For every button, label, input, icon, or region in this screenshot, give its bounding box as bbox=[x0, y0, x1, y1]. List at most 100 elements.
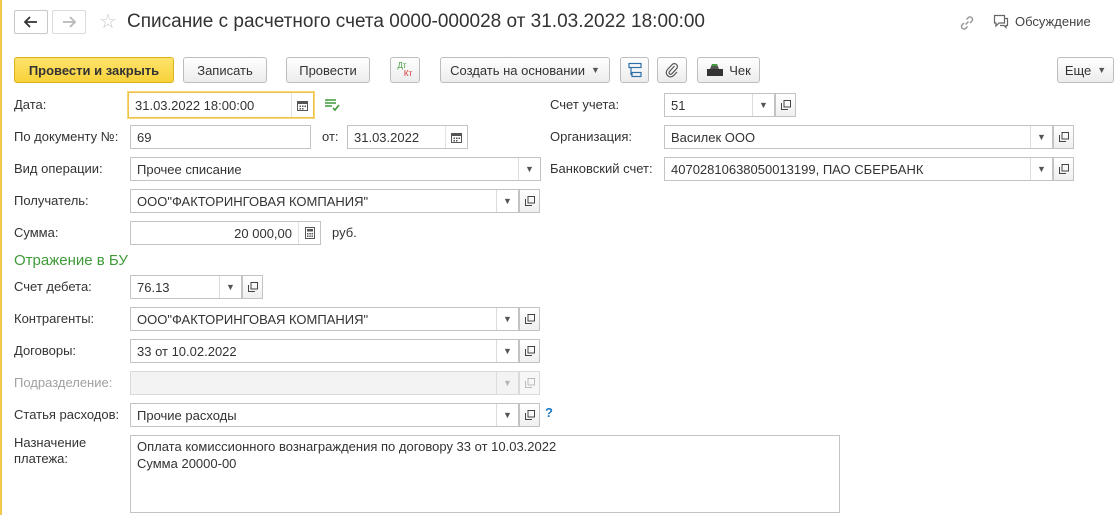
open-window-icon bbox=[1058, 164, 1069, 174]
chevron-down-icon: ▼ bbox=[1097, 65, 1107, 75]
document-list-icon[interactable] bbox=[324, 98, 340, 112]
window-edge bbox=[0, 0, 2, 515]
debit-open-button[interactable] bbox=[242, 275, 263, 299]
expense-select[interactable]: Прочие расходы ▼ bbox=[130, 403, 519, 427]
counterparty-select[interactable]: ООО"ФАКТОРИНГОВАЯ КОМПАНИЯ" ▼ bbox=[130, 307, 519, 331]
doc-number-field[interactable]: 69 bbox=[130, 125, 311, 149]
recipient-open-button[interactable] bbox=[519, 189, 540, 213]
arrow-left-icon bbox=[24, 16, 37, 28]
organization-value: Василек ООО bbox=[671, 129, 756, 145]
create-based-on-button[interactable]: Создать на основании ▼ bbox=[440, 57, 610, 83]
counterparty-value: ООО"ФАКТОРИНГОВАЯ КОМПАНИЯ" bbox=[137, 311, 369, 327]
doc-number-label: По документу №: bbox=[14, 129, 119, 144]
chevron-down-icon[interactable]: ▼ bbox=[518, 158, 540, 180]
chevron-down-icon[interactable]: ▼ bbox=[1030, 126, 1052, 148]
contract-open-button[interactable] bbox=[519, 339, 540, 363]
receipt-button[interactable]: Чек bbox=[697, 57, 760, 83]
bank-account-select[interactable]: 40702810638050013199, ПАО СБЕРБАНК ▼ bbox=[664, 157, 1053, 181]
dt-kt-button[interactable]: Дт Кт bbox=[390, 57, 420, 83]
account-open-button[interactable] bbox=[775, 93, 796, 117]
expense-open-button[interactable] bbox=[519, 403, 540, 427]
open-window-icon bbox=[524, 410, 535, 420]
open-window-icon bbox=[247, 282, 258, 292]
cash-register-icon bbox=[707, 64, 724, 76]
date-label: Дата: bbox=[14, 97, 47, 112]
save-button[interactable]: Записать bbox=[183, 57, 267, 83]
debit-label: Счет дебета: bbox=[14, 279, 92, 294]
chevron-down-icon: ▼ bbox=[590, 65, 600, 75]
chevron-down-icon[interactable]: ▼ bbox=[496, 404, 518, 426]
kt-label: Кт bbox=[403, 69, 413, 78]
bank-account-value: 40702810638050013199, ПАО СБЕРБАНК bbox=[671, 161, 924, 177]
amount-field[interactable]: 20 000,00 bbox=[130, 221, 321, 245]
counterparty-open-button[interactable] bbox=[519, 307, 540, 331]
from-date-value: 31.03.2022 bbox=[354, 129, 420, 145]
purpose-label-line-2: платежа: bbox=[14, 451, 68, 466]
bank-account-open-button[interactable] bbox=[1053, 157, 1074, 181]
payment-purpose-textarea[interactable]: Оплата комиссионного вознаграждения по д… bbox=[130, 435, 840, 513]
amount-value: 20 000,00 bbox=[234, 225, 292, 241]
post-button[interactable]: Провести bbox=[286, 57, 370, 83]
organization-label: Организация: bbox=[550, 129, 633, 144]
page-title: Списание с расчетного счета 0000-000028 … bbox=[127, 11, 705, 32]
operation-value: Прочее списание bbox=[137, 161, 242, 177]
from-date-field[interactable]: 31.03.2022 bbox=[347, 125, 468, 149]
chevron-down-icon[interactable]: ▼ bbox=[752, 94, 774, 116]
chevron-down-icon[interactable]: ▼ bbox=[1030, 158, 1052, 180]
open-window-icon bbox=[524, 314, 535, 324]
open-window-icon bbox=[780, 100, 791, 110]
open-window-icon bbox=[524, 196, 535, 206]
expense-label: Статья расходов: bbox=[14, 407, 120, 422]
forward-button[interactable] bbox=[52, 10, 86, 34]
chevron-down-icon[interactable]: ▼ bbox=[496, 190, 518, 212]
organization-select[interactable]: Василек ООО ▼ bbox=[664, 125, 1053, 149]
division-open-button[interactable] bbox=[519, 371, 540, 395]
create-based-on-label: Создать на основании bbox=[450, 62, 585, 78]
structure-button[interactable] bbox=[620, 57, 649, 83]
account-label: Счет учета: bbox=[550, 97, 620, 112]
contract-value: 33 от 10.02.2022 bbox=[137, 343, 237, 359]
post-and-close-button[interactable]: Провести и закрыть bbox=[14, 57, 174, 83]
attach-button[interactable] bbox=[657, 57, 687, 83]
purpose-text-line-1: Оплата комиссионного вознаграждения по д… bbox=[137, 439, 557, 454]
favorite-star-icon[interactable]: ☆ bbox=[99, 9, 117, 34]
purpose-label-line-1: Назначение bbox=[14, 435, 87, 450]
account-select[interactable]: 51 ▼ bbox=[664, 93, 775, 117]
chat-bubble-icon bbox=[993, 14, 1009, 29]
calculator-icon[interactable] bbox=[298, 222, 320, 244]
more-button[interactable]: Еще ▼ bbox=[1057, 57, 1114, 83]
debit-value: 76.13 bbox=[137, 279, 170, 295]
chevron-down-icon[interactable]: ▼ bbox=[496, 308, 518, 330]
recipient-label: Получатель: bbox=[14, 193, 89, 208]
discussion-button[interactable]: Обсуждение bbox=[993, 14, 1091, 29]
organization-open-button[interactable] bbox=[1053, 125, 1074, 149]
from-label: от: bbox=[322, 129, 339, 144]
accounting-section-title: Отражение в БУ bbox=[14, 252, 128, 269]
open-window-icon bbox=[524, 346, 535, 356]
contract-select[interactable]: 33 от 10.02.2022 ▼ bbox=[130, 339, 519, 363]
division-select[interactable]: ▼ bbox=[130, 371, 519, 395]
expense-value: Прочие расходы bbox=[137, 407, 237, 423]
chevron-down-icon[interactable]: ▼ bbox=[219, 276, 241, 298]
counterparty-label: Контрагенты: bbox=[14, 311, 95, 326]
help-icon[interactable]: ? bbox=[545, 405, 553, 420]
hierarchy-icon bbox=[627, 62, 642, 78]
paperclip-icon bbox=[665, 63, 678, 78]
currency-label: руб. bbox=[332, 225, 357, 240]
chevron-down-icon[interactable]: ▼ bbox=[496, 340, 518, 362]
receipt-label: Чек bbox=[729, 62, 751, 78]
operation-label: Вид операции: bbox=[14, 161, 103, 176]
link-icon[interactable] bbox=[958, 14, 976, 32]
recipient-select[interactable]: ООО"ФАКТОРИНГОВАЯ КОМПАНИЯ" ▼ bbox=[130, 189, 519, 213]
account-value: 51 bbox=[671, 97, 686, 113]
amount-label: Сумма: bbox=[14, 225, 59, 240]
operation-select[interactable]: Прочее списание ▼ bbox=[130, 157, 541, 181]
calendar-icon[interactable] bbox=[445, 126, 467, 148]
back-button[interactable] bbox=[14, 10, 48, 34]
debit-select[interactable]: 76.13 ▼ bbox=[130, 275, 242, 299]
date-field[interactable]: 31.03.2022 18:00:00 bbox=[128, 92, 314, 118]
more-label: Еще bbox=[1064, 62, 1092, 78]
calendar-icon[interactable] bbox=[291, 93, 313, 117]
doc-number-value: 69 bbox=[137, 129, 152, 145]
contract-label: Договоры: bbox=[14, 343, 77, 358]
